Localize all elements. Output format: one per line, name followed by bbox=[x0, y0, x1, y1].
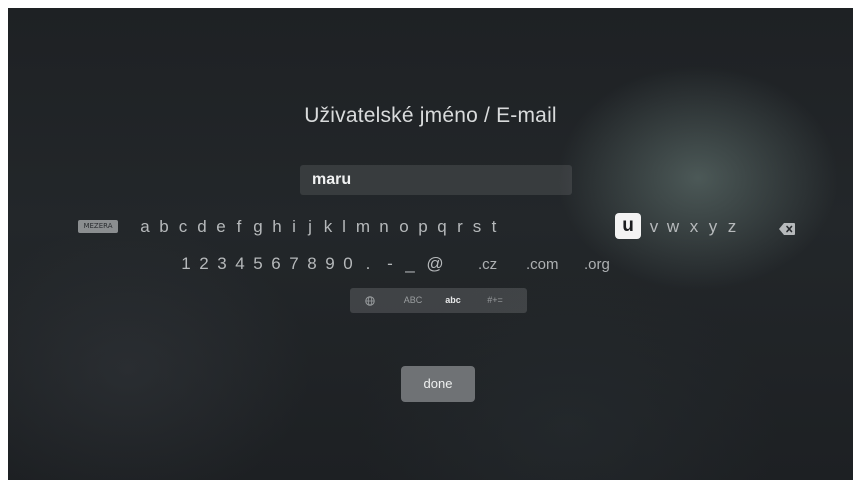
mode-symbols[interactable]: #+= bbox=[478, 288, 512, 313]
key-o[interactable]: o bbox=[394, 216, 414, 238]
key-1[interactable]: 1 bbox=[178, 253, 194, 275]
key-g[interactable]: g bbox=[248, 216, 268, 238]
key-0[interactable]: 0 bbox=[340, 253, 356, 275]
key-f[interactable]: f bbox=[229, 216, 249, 238]
key-period[interactable]: . bbox=[360, 253, 376, 275]
key-3[interactable]: 3 bbox=[214, 253, 230, 275]
mode-uppercase[interactable]: ABC bbox=[396, 288, 430, 313]
page-title: Uživatelské jméno / E-mail bbox=[304, 104, 557, 127]
key-at[interactable]: @ bbox=[424, 253, 446, 275]
key-m[interactable]: m bbox=[353, 216, 373, 238]
key-v[interactable]: v bbox=[644, 216, 664, 238]
username-email-field[interactable]: maru bbox=[300, 165, 572, 195]
key-n[interactable]: n bbox=[374, 216, 394, 238]
key-e[interactable]: e bbox=[211, 216, 231, 238]
key-5[interactable]: 5 bbox=[250, 253, 266, 275]
input-value: maru bbox=[312, 171, 352, 188]
key-domain-org[interactable]: .org bbox=[584, 255, 610, 275]
done-button[interactable]: done bbox=[401, 366, 475, 402]
mode-lowercase[interactable]: abc bbox=[436, 288, 470, 313]
key-9[interactable]: 9 bbox=[322, 253, 338, 275]
key-b[interactable]: b bbox=[154, 216, 174, 238]
globe-icon[interactable] bbox=[356, 288, 384, 313]
key-domain-com[interactable]: .com bbox=[526, 255, 559, 275]
key-7[interactable]: 7 bbox=[286, 253, 302, 275]
key-a[interactable]: a bbox=[135, 216, 155, 238]
key-6[interactable]: 6 bbox=[268, 253, 284, 275]
key-d[interactable]: d bbox=[192, 216, 212, 238]
key-z[interactable]: z bbox=[722, 216, 742, 238]
key-j[interactable]: j bbox=[300, 216, 320, 238]
key-q[interactable]: q bbox=[432, 216, 452, 238]
tv-screen: Uživatelské jméno / E-mail maru MEZERA a… bbox=[8, 8, 853, 480]
key-domain-cz[interactable]: .cz bbox=[478, 255, 497, 275]
key-hyphen[interactable]: - bbox=[382, 253, 398, 275]
key-u[interactable]: u bbox=[615, 213, 641, 239]
key-t[interactable]: t bbox=[484, 216, 504, 238]
key-8[interactable]: 8 bbox=[304, 253, 320, 275]
keyboard-mode-bar: ABC abc #+= bbox=[350, 288, 527, 313]
backspace-icon[interactable] bbox=[779, 222, 795, 235]
key-l[interactable]: l bbox=[334, 216, 354, 238]
key-w[interactable]: w bbox=[663, 216, 683, 238]
key-p[interactable]: p bbox=[413, 216, 433, 238]
key-2[interactable]: 2 bbox=[196, 253, 212, 275]
key-c[interactable]: c bbox=[173, 216, 193, 238]
key-underscore[interactable]: _ bbox=[402, 253, 418, 275]
language-key[interactable]: MEZERA bbox=[78, 220, 118, 233]
key-x[interactable]: x bbox=[684, 216, 704, 238]
key-y[interactable]: y bbox=[703, 216, 723, 238]
key-4[interactable]: 4 bbox=[232, 253, 248, 275]
